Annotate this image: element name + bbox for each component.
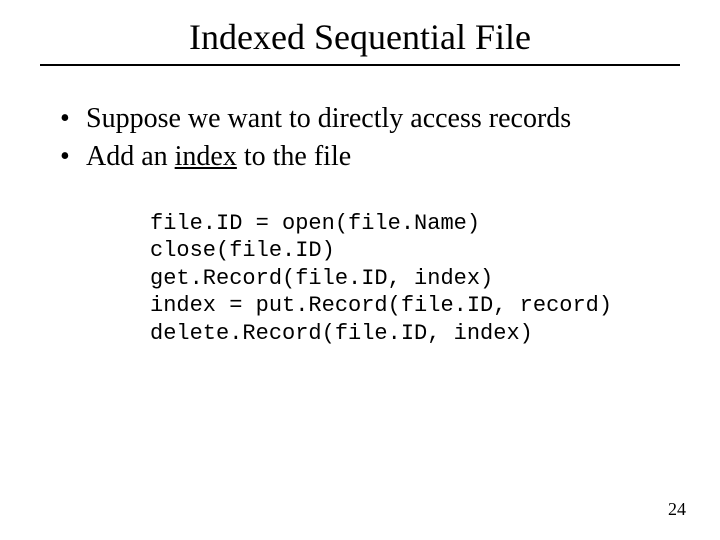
bullet-item: Add an index to the file	[60, 138, 680, 176]
bullet-item: Suppose we want to directly access recor…	[60, 100, 680, 138]
code-line: delete.Record(file.ID, index)	[150, 321, 533, 346]
code-line: get.Record(file.ID, index)	[150, 266, 493, 291]
code-line: close(file.ID)	[150, 238, 335, 263]
page-number: 24	[668, 499, 686, 520]
code-block: file.ID = open(file.Name) close(file.ID)…	[150, 210, 680, 348]
bullet-text-underlined: index	[175, 141, 237, 172]
code-line: index = put.Record(file.ID, record)	[150, 293, 612, 318]
slide-title: Indexed Sequential File	[40, 16, 680, 58]
code-line: file.ID = open(file.Name)	[150, 211, 480, 236]
bullet-list: Suppose we want to directly access recor…	[60, 100, 680, 176]
slide: Indexed Sequential File Suppose we want …	[0, 0, 720, 540]
bullet-text-pre: Add an	[86, 141, 175, 172]
bullet-text-post: to the file	[237, 141, 351, 172]
title-rule	[40, 64, 680, 66]
bullet-text-pre: Suppose we want to directly access recor…	[86, 103, 571, 134]
